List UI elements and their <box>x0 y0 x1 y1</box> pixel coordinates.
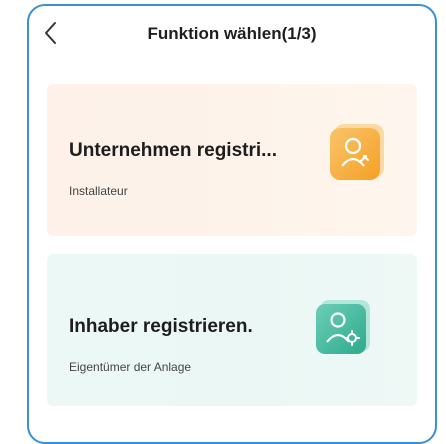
role-card-owner[interactable]: Inhaber registrieren. Eigentümer der Anl… <box>47 254 417 406</box>
card-subtitle: Installateur <box>69 184 128 198</box>
phone-frame: Funktion wählen(1/3) Unternehmen registr… <box>27 4 437 444</box>
card-title: Unternehmen registri... <box>69 140 277 161</box>
role-card-installer[interactable]: Unternehmen registri... Installateur <box>47 84 417 236</box>
header: Funktion wählen(1/3) <box>29 6 435 62</box>
installer-icon <box>330 124 384 180</box>
page-title: Funktion wählen(1/3) <box>147 24 317 43</box>
card-subtitle: Eigentümer der Anlage <box>69 360 192 374</box>
owner-icon <box>316 300 370 354</box>
card-title: Inhaber registrieren. <box>69 316 253 337</box>
